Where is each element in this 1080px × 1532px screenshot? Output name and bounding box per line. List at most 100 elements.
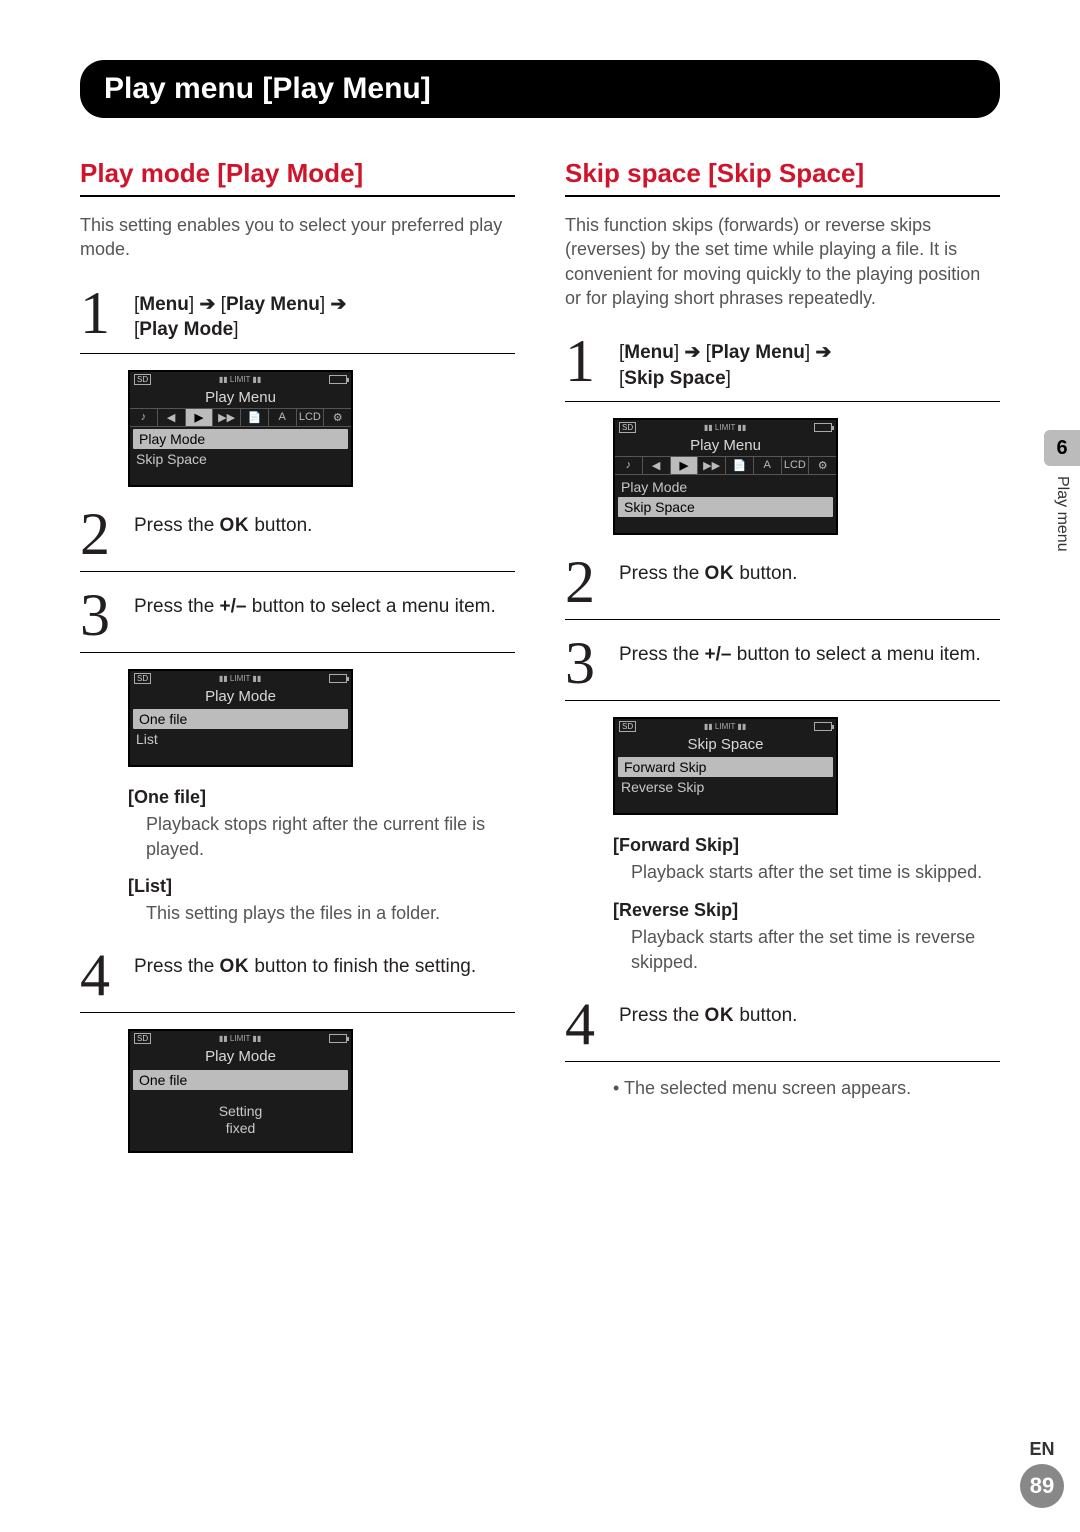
right-step-2: 2 Press the OK button. bbox=[565, 555, 1000, 620]
option-label: [Reverse Skip] bbox=[613, 900, 1000, 921]
sd-icon: SD bbox=[134, 1033, 151, 1044]
option-label: [List] bbox=[128, 876, 515, 897]
step-number: 2 bbox=[565, 555, 605, 609]
left-section-title: Play mode [Play Mode] bbox=[80, 158, 515, 197]
language-code: EN bbox=[1020, 1439, 1064, 1460]
lcd-tab: ▶ bbox=[671, 457, 699, 474]
step-body: Press the OK button to finish the settin… bbox=[134, 948, 515, 980]
lcd-item: Forward Skip bbox=[618, 757, 833, 777]
left-column: Play mode [Play Mode] This setting enabl… bbox=[80, 158, 515, 1173]
step-number: 4 bbox=[565, 997, 605, 1051]
arrow-icon: ➔ bbox=[330, 294, 346, 315]
lcd-tab: ♪ bbox=[130, 409, 158, 426]
lcd-status-bar: SD ▮▮ LIMIT ▮▮ bbox=[615, 719, 836, 734]
page-number: 89 bbox=[1020, 1464, 1064, 1508]
right-section-title: Skip space [Skip Space] bbox=[565, 158, 1000, 197]
left-step-4: 4 Press the OK button to finish the sett… bbox=[80, 948, 515, 1013]
battery-icon bbox=[329, 1034, 347, 1043]
left-step-1: 1 [Menu] ➔ [Play Menu] ➔ [Play Mode] bbox=[80, 286, 515, 354]
page-footer: EN 89 bbox=[1020, 1439, 1064, 1508]
sd-icon: SD bbox=[619, 422, 636, 433]
lcd-tab: ⚙ bbox=[324, 409, 351, 426]
chapter-badge: 6 bbox=[1044, 430, 1080, 466]
left-step-2: 2 Press the OK button. bbox=[80, 507, 515, 572]
right-step-4: 4 Press the OK button. bbox=[565, 997, 1000, 1062]
right-step-3: 3 Press the +/– button to select a menu … bbox=[565, 636, 1000, 701]
lcd-item: One file bbox=[133, 1070, 348, 1090]
step-number: 4 bbox=[80, 948, 120, 1002]
sd-icon: SD bbox=[619, 721, 636, 732]
lcd-title: Play Mode bbox=[130, 1046, 351, 1067]
ok-label: OK bbox=[220, 956, 250, 977]
sd-icon: SD bbox=[134, 673, 151, 684]
lcd-status-bar: SD ▮▮ LIMIT ▮▮ bbox=[130, 1031, 351, 1046]
lcd-tab-row: ♪ ◀ ▶ ▶▶ 📄 A LCD ⚙ bbox=[130, 408, 351, 427]
right-intro: This function skips (forwards) or revers… bbox=[565, 213, 1000, 310]
plus-minus-label: +/– bbox=[705, 644, 732, 665]
lcd-tab: LCD bbox=[782, 457, 810, 474]
arrow-icon: ➔ bbox=[815, 342, 831, 363]
left-intro: This setting enables you to select your … bbox=[80, 213, 515, 262]
arrow-icon: ➔ bbox=[199, 294, 215, 315]
battery-icon bbox=[814, 722, 832, 731]
lcd-item: One file bbox=[133, 709, 348, 729]
sd-icon: SD bbox=[134, 374, 151, 385]
lcd-tab: ◀ bbox=[643, 457, 671, 474]
lcd-screenshot-setting-fixed: SD ▮▮ LIMIT ▮▮ Play Mode One file Settin… bbox=[128, 1029, 353, 1153]
step-body: [Menu] ➔ [Play Menu] ➔ [Play Mode] bbox=[134, 286, 515, 343]
side-label: Play menu bbox=[1053, 476, 1071, 552]
lcd-setting-fixed: Setting fixed bbox=[130, 1093, 351, 1151]
option-desc: Playback starts after the set time is sk… bbox=[613, 860, 1000, 885]
right-column: Skip space [Skip Space] This function sk… bbox=[565, 158, 1000, 1173]
lcd-item: Skip Space bbox=[618, 497, 833, 517]
lcd-tab: LCD bbox=[297, 409, 325, 426]
lcd-tab: ⚙ bbox=[809, 457, 836, 474]
step-number: 1 bbox=[565, 334, 605, 388]
lcd-tab-row: ♪ ◀ ▶ ▶▶ 📄 A LCD ⚙ bbox=[615, 456, 836, 475]
right-step-1: 1 [Menu] ➔ [Play Menu] ➔ [Skip Space] bbox=[565, 334, 1000, 402]
step-body: Press the +/– button to select a menu it… bbox=[134, 588, 515, 620]
lcd-tab: ♪ bbox=[615, 457, 643, 474]
lcd-title: Skip Space bbox=[615, 734, 836, 755]
battery-icon bbox=[814, 423, 832, 432]
battery-icon bbox=[329, 375, 347, 384]
step-body: Press the OK button. bbox=[619, 555, 1000, 587]
lcd-title: Play Menu bbox=[615, 435, 836, 456]
step-body: Press the +/– button to select a menu it… bbox=[619, 636, 1000, 668]
option-desc: Playback starts after the set time is re… bbox=[613, 925, 1000, 975]
option-label: [Forward Skip] bbox=[613, 835, 1000, 856]
lcd-status-bar: SD ▮▮ LIMIT ▮▮ bbox=[130, 372, 351, 387]
lcd-tab: ▶▶ bbox=[213, 409, 241, 426]
lcd-item: Reverse Skip bbox=[615, 777, 836, 797]
lcd-screenshot-play-menu: SD ▮▮ LIMIT ▮▮ Play Menu ♪ ◀ ▶ ▶▶ 📄 A LC… bbox=[613, 418, 838, 535]
step-number: 3 bbox=[565, 636, 605, 690]
step-body: [Menu] ➔ [Play Menu] ➔ [Skip Space] bbox=[619, 334, 1000, 391]
option-desc: This setting plays the files in a folder… bbox=[128, 901, 515, 926]
lcd-tab: 📄 bbox=[241, 409, 269, 426]
lcd-screenshot-skip-space: SD ▮▮ LIMIT ▮▮ Skip Space Forward Skip R… bbox=[613, 717, 838, 815]
page-header: Play menu [Play Menu] bbox=[80, 60, 1000, 118]
battery-icon bbox=[329, 674, 347, 683]
lcd-item: Play Mode bbox=[133, 429, 348, 449]
lcd-tab: 📄 bbox=[726, 457, 754, 474]
arrow-icon: ➔ bbox=[684, 342, 700, 363]
lcd-screenshot-play-mode: SD ▮▮ LIMIT ▮▮ Play Mode One file List bbox=[128, 669, 353, 767]
step-number: 2 bbox=[80, 507, 120, 561]
side-tab: 6 Play menu bbox=[1044, 430, 1080, 580]
lcd-tab: ▶▶ bbox=[698, 457, 726, 474]
ok-label: OK bbox=[705, 1005, 735, 1026]
plus-minus-label: +/– bbox=[220, 596, 247, 617]
lcd-item: List bbox=[130, 729, 351, 749]
lcd-tab: ◀ bbox=[158, 409, 186, 426]
lcd-screenshot-play-menu: SD ▮▮ LIMIT ▮▮ Play Menu ♪ ◀ ▶ ▶▶ 📄 A LC… bbox=[128, 370, 353, 487]
step-body: Press the OK button. bbox=[619, 997, 1000, 1029]
option-one-file: [One file] Playback stops right after th… bbox=[128, 787, 515, 927]
lcd-status-bar: SD ▮▮ LIMIT ▮▮ bbox=[130, 671, 351, 686]
step-number: 3 bbox=[80, 588, 120, 642]
ok-label: OK bbox=[220, 515, 250, 536]
lcd-title: Play Mode bbox=[130, 686, 351, 707]
lcd-status-bar: SD ▮▮ LIMIT ▮▮ bbox=[615, 420, 836, 435]
lcd-title: Play Menu bbox=[130, 387, 351, 408]
option-desc: Playback stops right after the current f… bbox=[128, 812, 515, 862]
step-number: 1 bbox=[80, 286, 120, 340]
